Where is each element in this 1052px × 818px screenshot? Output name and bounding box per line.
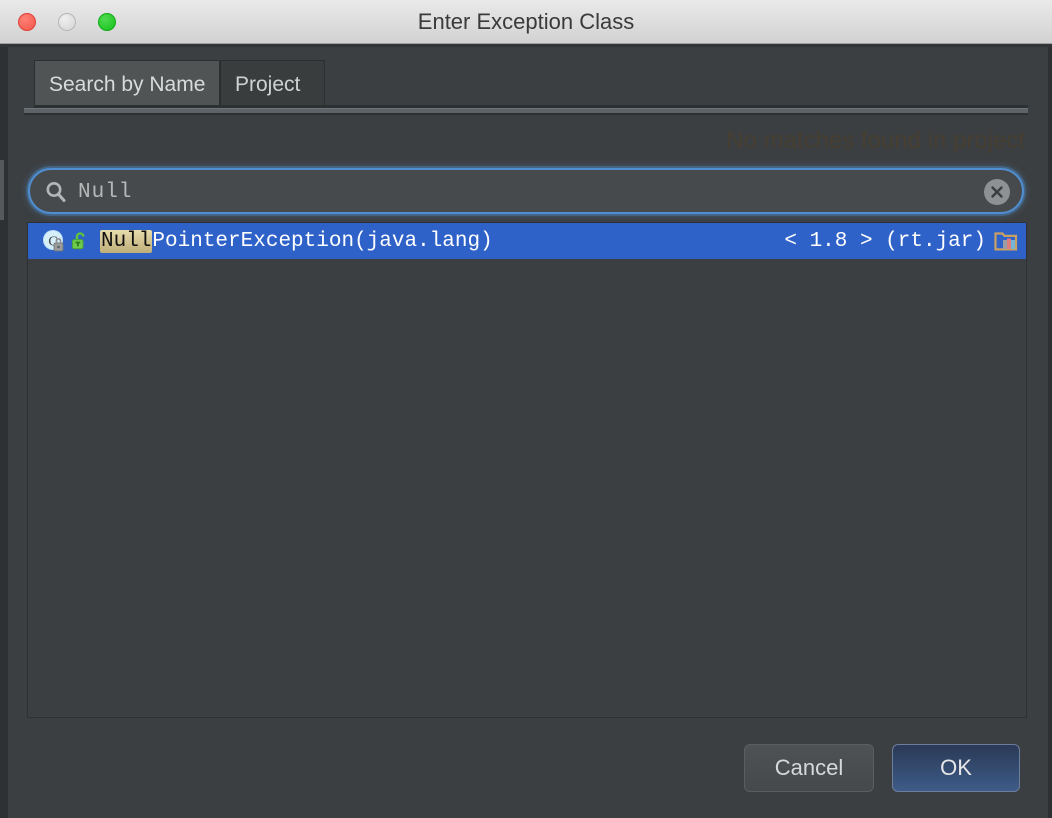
window-left-edge-strip	[0, 160, 4, 220]
tab-separator-shadow	[24, 113, 1028, 115]
tab-project[interactable]: Project	[220, 60, 325, 108]
list-item[interactable]: C	[28, 223, 1026, 259]
class-c-icon: C	[42, 229, 66, 253]
class-package: (java.lang)	[354, 230, 493, 253]
class-name-rest: PointerException	[152, 230, 354, 253]
ok-button[interactable]: OK	[892, 744, 1020, 792]
cancel-button[interactable]: Cancel	[744, 744, 874, 792]
results-list[interactable]: C	[27, 222, 1027, 718]
search-icon	[44, 180, 68, 204]
result-class-name: NullPointerException (java.lang)	[100, 230, 493, 253]
window-right-edge	[1048, 44, 1052, 818]
row-icon-group: C	[42, 228, 100, 254]
search-input[interactable]	[76, 170, 980, 214]
match-highlight: Null	[100, 230, 152, 253]
unlocked-padlock-icon	[70, 231, 90, 251]
no-matches-hint: No matches found in project	[726, 127, 1025, 155]
clear-search-icon[interactable]	[984, 179, 1010, 205]
dialog-window: Enter Exception Class Search by Name Pro…	[0, 0, 1052, 818]
jar-library-icon	[994, 230, 1018, 252]
dialog-buttons: Cancel OK	[744, 744, 1020, 792]
search-field[interactable]	[28, 168, 1024, 214]
result-version-label: < 1.8 > (rt.jar)	[784, 230, 986, 253]
window-title: Enter Exception Class	[0, 0, 1052, 44]
title-bar: Enter Exception Class	[0, 0, 1052, 44]
tab-search-by-name[interactable]: Search by Name	[34, 60, 220, 108]
result-source-info: < 1.8 > (rt.jar)	[784, 223, 1018, 259]
